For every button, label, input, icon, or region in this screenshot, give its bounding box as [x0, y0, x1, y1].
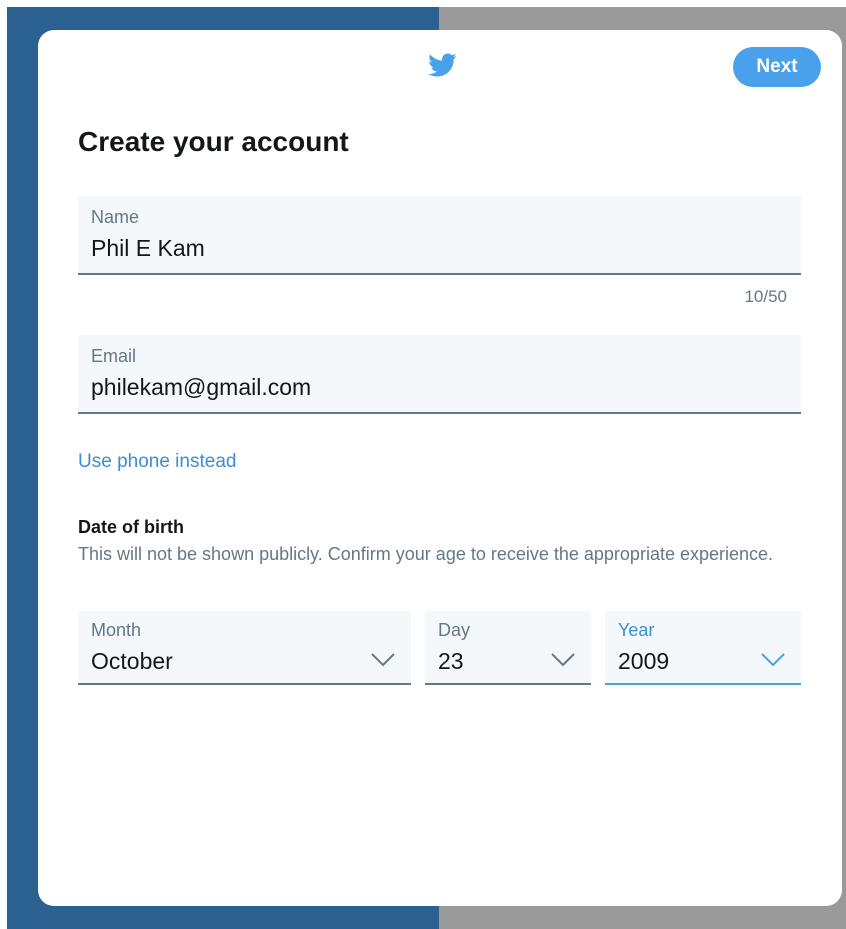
year-select[interactable]: Year 2009 [605, 611, 801, 685]
chevron-down-icon [371, 653, 395, 667]
next-button[interactable]: Next [733, 47, 821, 87]
month-select[interactable]: Month October [78, 611, 411, 685]
name-field[interactable]: Name Phil E Kam [78, 196, 801, 275]
name-field-value[interactable]: Phil E Kam [91, 235, 205, 262]
name-field-label: Name [91, 207, 140, 227]
date-of-birth-heading: Date of birth [78, 517, 184, 537]
twitter-bird-icon [428, 53, 457, 77]
day-select[interactable]: Day 23 [425, 611, 591, 685]
page-title: Create your account [78, 126, 349, 157]
use-phone-instead-link[interactable]: Use phone instead [78, 451, 236, 473]
year-select-value: 2009 [618, 648, 670, 674]
year-select-label: Year [618, 620, 655, 640]
email-field-label: Email [91, 346, 137, 366]
month-select-label: Month [91, 620, 142, 640]
day-select-value: 23 [438, 648, 464, 674]
chevron-down-icon [761, 653, 785, 667]
name-character-counter: 10/50 [744, 287, 787, 306]
month-select-value: October [91, 648, 173, 674]
signup-modal: Next Create your account Name Phil E Kam… [38, 30, 842, 906]
chevron-down-icon [551, 653, 575, 667]
email-field[interactable]: Email philekam@gmail.com [78, 335, 801, 414]
email-field-value[interactable]: philekam@gmail.com [91, 374, 311, 401]
day-select-label: Day [438, 620, 471, 640]
date-of-birth-description: This will not be shown publicly. Confirm… [78, 544, 774, 564]
